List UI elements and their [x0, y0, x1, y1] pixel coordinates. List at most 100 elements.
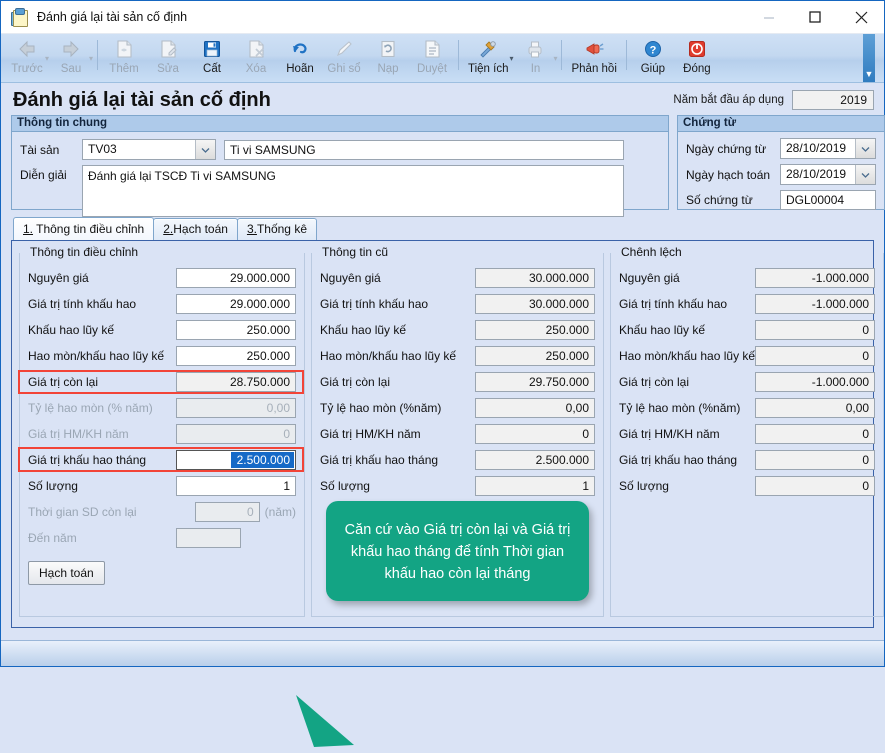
chevron-down-icon[interactable]: ▾	[89, 54, 93, 63]
adjusted-gia-tri-con-lai-value: 28.750.000	[176, 372, 296, 392]
posting-date-label: Ngày hạch toán	[686, 167, 771, 182]
adjusted-info-legend: Thông tin điều chỉnh	[26, 245, 143, 259]
note-label: Diễn giải	[20, 168, 67, 182]
maximize-button[interactable]	[792, 1, 838, 33]
approve-list-icon	[422, 38, 442, 60]
old-khau-hao-luy-ke-value: 250.000	[475, 320, 595, 340]
diff-hao-mon-luy-ke-value: 0	[755, 346, 876, 366]
year-input[interactable]: 2019	[792, 90, 874, 110]
toolbar-label: Trước	[11, 63, 43, 75]
toolbar-button-phanhoi[interactable]: Phản hồi	[566, 34, 621, 82]
chevron-down-icon[interactable]	[195, 140, 215, 159]
toolbar-button-ghiso[interactable]: Ghi sổ	[322, 34, 366, 82]
add-document-icon	[114, 38, 134, 60]
row-old-gia-tri-khau-hao-thang: Giá trị khấu hao tháng 2.500.000	[320, 447, 595, 473]
toolbar-overflow-handle[interactable]: ▼	[863, 34, 875, 82]
old-so-luong-value: 1	[475, 476, 595, 496]
tab-number: 3.	[246, 222, 257, 236]
adjusted-hao-mon-luy-ke-input[interactable]: 250.000	[176, 346, 296, 366]
toolbar-label: Nạp	[377, 63, 399, 75]
toolbar-label: Sửa	[157, 63, 179, 75]
chevron-down-icon[interactable]	[855, 139, 875, 158]
toolbar-button-tienich[interactable]: Tiện ích ▾	[463, 34, 513, 82]
field-label: Khấu hao lũy kế	[28, 323, 115, 337]
refresh-icon	[378, 38, 398, 60]
field-label: Giá trị tính khấu hao	[619, 297, 728, 311]
field-label: Đến năm	[28, 531, 77, 545]
row-gia-tri-con-lai: Giá trị còn lại 28.750.000	[18, 369, 304, 395]
adjusted-nguyen-gia-input[interactable]: 29.000.000	[176, 268, 296, 288]
adjusted-so-luong-input[interactable]: 1	[176, 476, 296, 496]
row-old-hao-mon-luy-ke: Hao mòn/khấu hao lũy kế 250.000	[320, 343, 595, 369]
close-button[interactable]	[838, 1, 884, 33]
field-label: Giá trị còn lại	[619, 375, 690, 389]
old-gia-tri-hm-kh-nam-value: 0	[475, 424, 595, 444]
asset-code-combo[interactable]: TV03	[82, 139, 216, 160]
old-hao-mon-luy-ke-value: 250.000	[475, 346, 595, 366]
arrow-right-icon	[60, 38, 82, 60]
hach-toan-button[interactable]: Hạch toán	[28, 561, 105, 585]
toolbar-button-in[interactable]: In ▾	[513, 34, 557, 82]
toolbar-button-xoa[interactable]: Xóa	[234, 34, 278, 82]
old-gia-tri-tinh-khau-hao-value: 30.000.000	[475, 294, 595, 314]
tools-icon	[477, 38, 499, 60]
tab-thong-ke[interactable]: 3.Thống kê	[236, 218, 317, 240]
toolbar-separator	[561, 40, 563, 70]
old-gia-tri-khau-hao-thang-value: 2.500.000	[475, 450, 595, 470]
adjusted-den-nam-value	[176, 528, 241, 548]
voucher-number-input[interactable]: DGL00004	[780, 190, 876, 210]
field-label: Số lượng	[619, 479, 669, 493]
chevron-down-icon[interactable]: ▾	[553, 54, 557, 63]
toolbar-button-giup[interactable]: ? Giúp	[631, 34, 675, 82]
diff-so-luong-value: 0	[755, 476, 876, 496]
application-window: Đánh giá lại tài sản cố định Trước ▾ Sau…	[0, 0, 885, 747]
page-header: Đánh giá lại tài sản cố định Năm bắt đầu…	[1, 85, 884, 115]
note-textarea[interactable]: Đánh giá lại TSCĐ Ti vi SAMSUNG	[82, 165, 624, 217]
asset-code-value: TV03	[88, 142, 117, 156]
row-diff-gia-tri-con-lai: Giá trị còn lại -1.000.000	[619, 369, 876, 395]
adjusted-gia-tri-khau-hao-thang-input[interactable]: 2.500.000	[176, 450, 296, 470]
toolbar-label: Duyệt	[416, 63, 448, 75]
row-diff-gia-tri-hm-kh-nam: Giá trị HM/KH năm 0	[619, 421, 876, 447]
posting-date-picker[interactable]: 28/10/2019	[780, 164, 876, 185]
general-info-title: Thông tin chung	[12, 116, 668, 132]
adjusted-gia-tri-hm-kh-nam-value: 0	[176, 424, 296, 444]
toolbar-button-nap[interactable]: Nạp	[366, 34, 410, 82]
arrow-left-icon	[16, 38, 38, 60]
field-label: Hao mòn/khấu hao lũy kế	[619, 349, 756, 363]
voucher-title: Chứng từ	[678, 116, 884, 132]
row-old-khau-hao-luy-ke: Khấu hao lũy kế 250.000	[320, 317, 595, 343]
field-label: Hao mòn/khấu hao lũy kế	[28, 349, 165, 363]
toolbar-button-cat[interactable]: Cất	[190, 34, 234, 82]
toolbar-button-hoan[interactable]: Hoãn	[278, 34, 322, 82]
row-hao-mon-khau-hao-luy-ke: Hao mòn/khấu hao lũy kế 250.000	[28, 343, 296, 369]
toolbar-button-sau[interactable]: Sau ▾	[49, 34, 93, 82]
minimize-button[interactable]	[746, 1, 792, 33]
toolbar-button-sua[interactable]: Sửa	[146, 34, 190, 82]
chevron-down-icon[interactable]	[855, 165, 875, 184]
asset-name-input[interactable]: Ti vi SAMSUNG	[224, 139, 624, 160]
edit-document-icon	[158, 38, 178, 60]
adjusted-khau-hao-luy-ke-input[interactable]: 250.000	[176, 320, 296, 340]
toolbar-button-dong[interactable]: Đóng	[675, 34, 719, 82]
voucher-panel: Chứng từ Ngày chứng từ 28/10/2019 Ngày h…	[677, 115, 885, 210]
field-label: Khấu hao lũy kế	[619, 323, 706, 337]
toolbar-button-them[interactable]: Thêm	[102, 34, 146, 82]
diff-gia-tri-tinh-khau-hao-value: -1.000.000	[755, 294, 876, 314]
tab-thong-tin-dieu-chinh[interactable]: 1. Thông tin điều chỉnh	[13, 217, 155, 240]
field-label: Số lượng	[320, 479, 370, 493]
toolbar-button-truoc[interactable]: Trước ▾	[5, 34, 49, 82]
row-ty-le-hao-mon: Tỷ lệ hao mòn (% năm) 0,00	[28, 395, 296, 421]
toolbar-button-duyet[interactable]: Duyệt	[410, 34, 454, 82]
selected-text: 2.500.000	[230, 452, 294, 468]
voucher-date-picker[interactable]: 28/10/2019	[780, 138, 876, 159]
diff-gia-tri-khau-hao-thang-value: 0	[755, 450, 876, 470]
toolbar-label: Giúp	[640, 63, 666, 75]
field-label: Giá trị khấu hao tháng	[320, 453, 439, 467]
tab-hach-toan[interactable]: 2.Hạch toán	[153, 218, 238, 240]
toolbar-label: Cất	[203, 63, 221, 75]
tab-number: 2.	[163, 222, 174, 236]
toolbar-label: Hoãn	[286, 63, 314, 75]
adjusted-gia-tri-tinh-khau-hao-input[interactable]: 29.000.000	[176, 294, 296, 314]
voucher-number-row: Số chứng từ DGL00004	[686, 190, 876, 210]
